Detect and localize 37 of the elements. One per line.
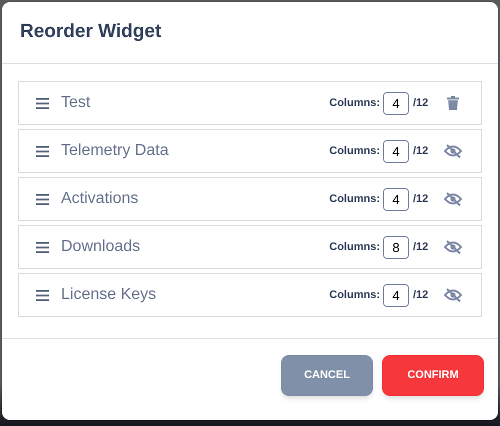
widget-name: Telemetry Data: [61, 141, 170, 161]
columns-label: Columns:: [329, 288, 380, 303]
dialog-title: Reorder Widget: [20, 20, 162, 44]
columns-max: /12: [413, 144, 430, 159]
trash-icon[interactable]: [447, 96, 459, 110]
widget-row[interactable]: Activations Columns: 4 /12: [18, 177, 482, 221]
widget-name: Downloads: [61, 237, 142, 257]
columns-label: Columns:: [329, 240, 380, 255]
columns-label: Columns:: [329, 144, 380, 159]
columns-field[interactable]: 8: [383, 236, 409, 258]
drag-handle-icon[interactable]: [36, 98, 49, 108]
columns-max: /12: [413, 288, 430, 303]
eye-off-icon[interactable]: [444, 288, 462, 302]
drag-handle-icon[interactable]: [36, 242, 49, 252]
drag-handle-icon[interactable]: [36, 146, 49, 156]
eye-off-icon[interactable]: [444, 144, 462, 158]
columns-field[interactable]: 4: [383, 188, 409, 210]
columns-max: /12: [413, 240, 430, 255]
widget-row[interactable]: Test Columns: 4 /12: [18, 81, 482, 125]
drag-handle-icon[interactable]: [36, 194, 49, 204]
eye-off-icon[interactable]: [444, 240, 462, 254]
widget-name: License Keys: [61, 285, 158, 305]
columns-label: Columns:: [329, 192, 380, 207]
widget-row[interactable]: Downloads Columns: 8 /12: [18, 225, 482, 269]
widget-name: Activations: [61, 189, 140, 209]
widget-row[interactable]: License Keys Columns: 4 /12: [18, 273, 482, 317]
columns-field[interactable]: 4: [383, 284, 409, 306]
columns-field[interactable]: 4: [383, 92, 409, 114]
eye-off-icon[interactable]: [444, 192, 462, 206]
columns-label: Columns:: [329, 96, 380, 111]
drag-handle-icon[interactable]: [36, 290, 49, 300]
columns-field[interactable]: 4: [383, 140, 409, 162]
columns-max: /12: [413, 192, 430, 207]
confirm-button[interactable]: CONFIRM: [382, 355, 484, 396]
widget-name: Test: [61, 93, 92, 113]
columns-max: /12: [413, 96, 430, 111]
widget-row[interactable]: Telemetry Data Columns: 4 /12: [18, 129, 482, 173]
